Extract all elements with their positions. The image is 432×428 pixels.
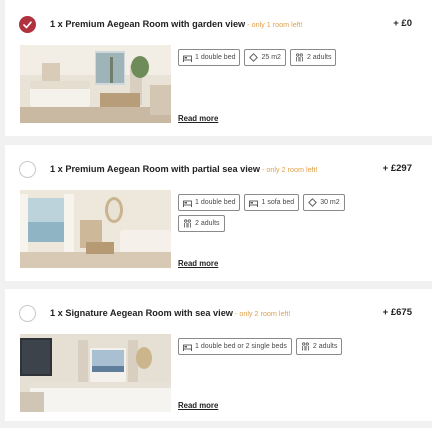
room-photo[interactable] [20, 45, 171, 123]
amenity-bed: 1 double bed [178, 49, 241, 66]
amenity-list: 1 double bed 1 sofa bed 30 m2 2 adults [178, 194, 378, 232]
amenity-bed: 1 double bed or 2 single beds [178, 338, 292, 355]
room-title: 1 x Premium Aegean Room with garden view [50, 19, 246, 29]
amenity-label: 25 m2 [261, 54, 281, 61]
room-options-list: 1 x Premium Aegean Room with garden view… [0, 0, 432, 428]
room-option-card[interactable]: 1 x Signature Aegean Room with sea view … [5, 289, 432, 421]
room-photo[interactable] [20, 190, 171, 268]
amenity-guests: 2 adults [289, 49, 337, 66]
room-title: 1 x Signature Aegean Room with sea view [50, 308, 233, 318]
room-title-line: 1 x Signature Aegean Room with sea view … [50, 306, 290, 321]
room-title-line: 1 x Premium Aegean Room with partial sea… [50, 162, 318, 177]
guests-icon [301, 342, 309, 351]
room-title-line: 1 x Premium Aegean Room with garden view… [50, 17, 303, 32]
amenity-area: 25 m2 [244, 49, 286, 66]
room-option-card[interactable]: 1 x Premium Aegean Room with garden view… [5, 0, 432, 136]
amenity-guests: 2 adults [295, 338, 343, 355]
bed-icon [183, 344, 192, 351]
room-option-card[interactable]: 1 x Premium Aegean Room with partial sea… [5, 145, 432, 281]
area-icon [308, 198, 318, 207]
room-select-radio[interactable] [19, 16, 36, 33]
availability-note: - only 2 room left! [260, 165, 318, 174]
availability-note: - only 1 room left! [245, 20, 303, 29]
amenity-area: 30 m2 [303, 194, 345, 211]
amenity-label: 1 double bed [195, 199, 236, 206]
room-photo[interactable] [20, 334, 171, 412]
area-icon [249, 53, 259, 62]
amenity-list: 1 double bed 25 m2 2 adults [178, 49, 378, 66]
amenity-label: 2 adults [312, 343, 338, 350]
amenity-sofa-bed: 1 sofa bed [244, 194, 300, 211]
availability-note: - only 2 room left! [232, 309, 291, 318]
amenity-list: 1 double bed or 2 single beds 2 adults [178, 338, 378, 355]
read-more-link[interactable]: Read more [178, 259, 218, 268]
room-title: 1 x Premium Aegean Room with partial sea… [50, 164, 261, 174]
amenity-label: 2 adults [306, 54, 332, 61]
bed-icon [183, 55, 192, 62]
room-price: + £297 [382, 163, 412, 174]
amenity-bed: 1 double bed [178, 194, 241, 211]
read-more-link[interactable]: Read more [178, 401, 218, 410]
amenity-label: 30 m2 [320, 199, 340, 206]
amenity-label: 1 double bed [195, 54, 236, 61]
amenity-guests: 2 adults [178, 215, 225, 232]
room-price: + £675 [382, 307, 412, 318]
guests-icon [184, 219, 191, 228]
amenity-label: 1 double bed or 2 single beds [195, 343, 287, 350]
bed-icon [183, 200, 192, 207]
room-select-radio[interactable] [19, 161, 36, 178]
check-icon [23, 21, 32, 29]
read-more-link[interactable]: Read more [178, 114, 218, 123]
room-select-radio[interactable] [19, 305, 36, 322]
amenity-label: 1 sofa bed [261, 199, 295, 206]
sofa-bed-icon [249, 200, 259, 207]
guests-icon [296, 53, 303, 62]
amenity-label: 2 adults [195, 220, 220, 227]
room-price: + £0 [393, 18, 412, 29]
